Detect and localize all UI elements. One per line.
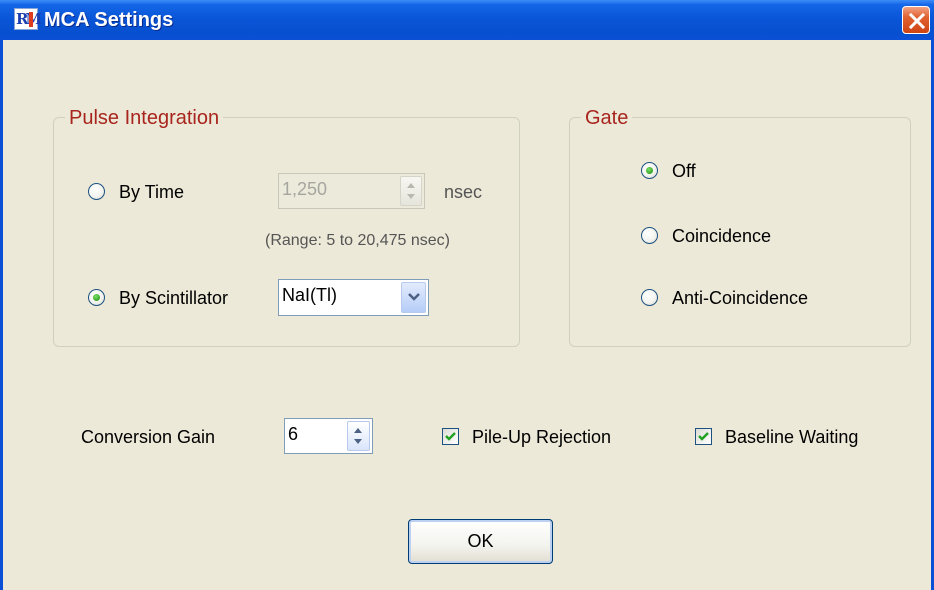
mca-settings-window: RM MCA Settings Pulse Integration By Tim… [0,0,934,590]
close-button[interactable] [902,6,930,34]
range-hint: (Range: 5 to 20,475 nsec) [265,232,451,249]
checkmark-icon [445,432,456,441]
checkmark-icon [698,432,709,441]
time-spinner[interactable] [400,176,422,206]
gate-coincidence-label[interactable]: Coincidence [672,225,771,247]
pile-up-rejection-label[interactable]: Pile-Up Rejection [472,426,611,448]
conversion-gain-spinner[interactable] [347,421,370,451]
conversion-gain-label: Conversion Gain [81,427,216,447]
baseline-waiting-checkbox[interactable] [695,428,712,445]
gate-off-label[interactable]: Off [672,160,696,182]
by-time-label[interactable]: By Time [119,181,184,203]
ok-button[interactable]: OK [408,519,553,564]
title-bar[interactable]: RM MCA Settings [0,0,934,40]
by-time-radio[interactable] [88,183,105,200]
spinner-arrows-icon [407,183,415,199]
by-scintillator-label[interactable]: By Scintillator [119,287,228,309]
by-scintillator-radio[interactable] [88,289,105,306]
gate-off-radio[interactable] [641,162,658,179]
pile-up-rejection-checkbox[interactable] [442,428,459,445]
gate-title: Gate [581,107,633,129]
gate-coincidence-radio[interactable] [641,227,658,244]
close-icon [909,13,925,29]
pulse-integration-title: Pulse Integration [65,107,224,129]
chevron-down-icon [408,293,420,301]
time-unit-label: nsec [444,182,483,202]
baseline-waiting-label[interactable]: Baseline Waiting [725,426,858,448]
window-title: MCA Settings [44,9,174,31]
spinner-arrows-icon [354,428,362,444]
app-icon: RM [14,8,42,30]
scintillator-dropdown-button[interactable] [401,282,426,313]
gate-anti-coincidence-label[interactable]: Anti-Coincidence [672,287,808,309]
gate-anti-coincidence-radio[interactable] [641,289,658,306]
